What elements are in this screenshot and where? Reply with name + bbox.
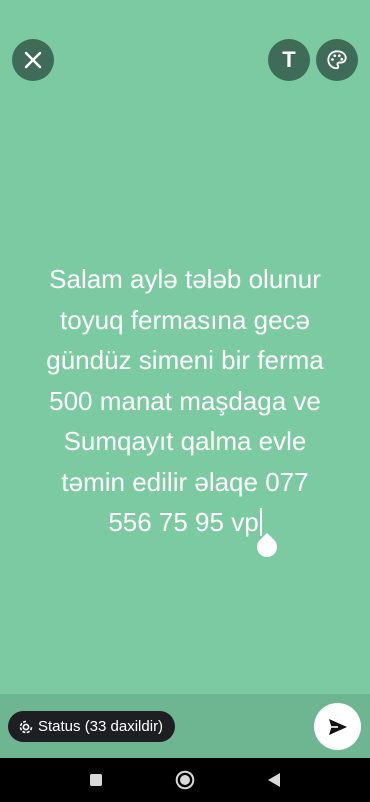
- palette-icon: [326, 49, 348, 71]
- home-circle-icon: [175, 770, 195, 790]
- status-audience-label: Status (33 daxildir): [38, 718, 164, 735]
- status-text-content: Salam aylə tələb olunur toyuq fermasına …: [46, 264, 324, 537]
- home-button[interactable]: [173, 768, 197, 792]
- text-style-button[interactable]: T: [268, 39, 310, 81]
- close-icon: [24, 51, 42, 69]
- system-navigation-bar: [0, 758, 370, 802]
- send-button[interactable]: [314, 703, 361, 750]
- text-style-label: T: [282, 47, 296, 72]
- color-palette-button[interactable]: [316, 39, 358, 81]
- back-triangle-icon: [267, 772, 281, 788]
- composer-footer: Status (33 daxildir): [0, 694, 370, 758]
- recents-button[interactable]: [84, 768, 108, 792]
- close-button[interactable]: [12, 39, 54, 81]
- status-text-input[interactable]: Salam aylə tələb olunur toyuq fermasına …: [18, 259, 352, 543]
- status-composer-screen: T Salam aylə tələb olunur toyuq fermasın…: [0, 0, 370, 802]
- status-audience-button[interactable]: Status (33 daxildir): [8, 711, 176, 742]
- back-button[interactable]: [262, 768, 286, 792]
- text-cursor: [259, 508, 262, 536]
- send-icon: [328, 718, 348, 736]
- status-icon: [19, 720, 33, 734]
- recents-square-icon: [89, 773, 103, 787]
